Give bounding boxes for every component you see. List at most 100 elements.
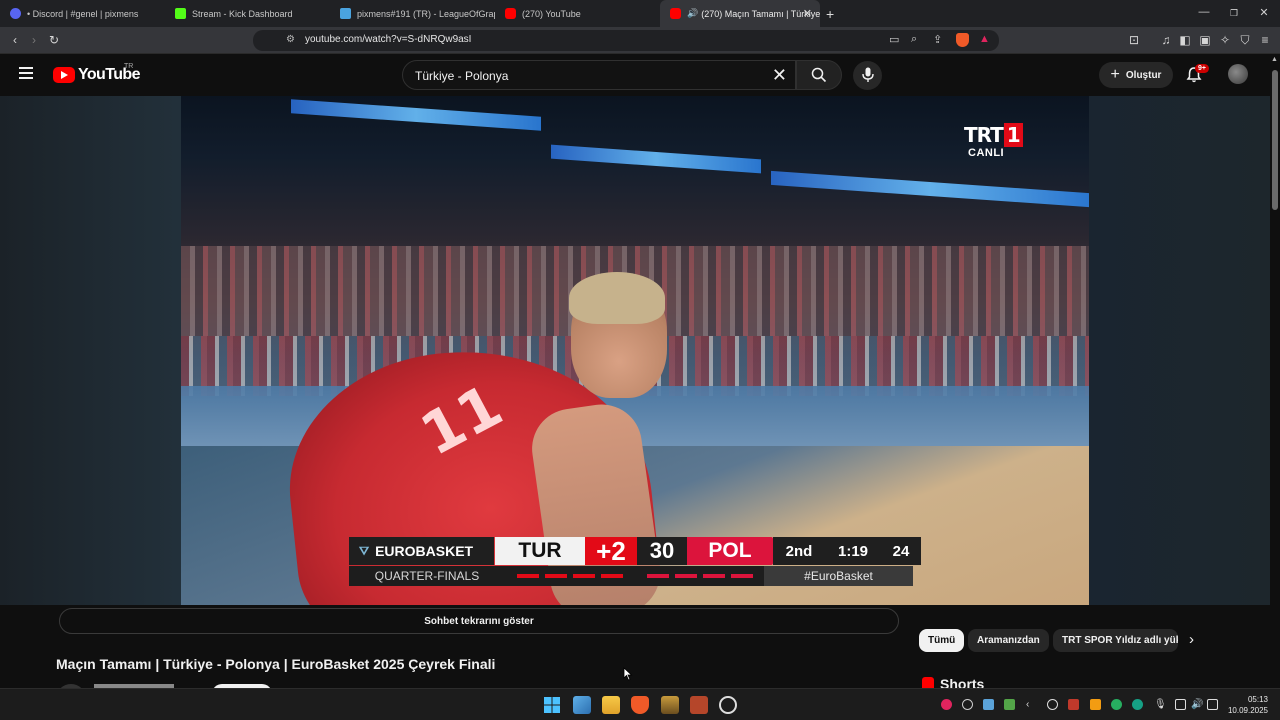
restore-icon[interactable]: ❐ <box>1227 8 1241 19</box>
create-button[interactable]: + Oluştur <box>1099 62 1173 88</box>
hashtag: #EuroBasket <box>764 566 913 586</box>
brave-shields-icon[interactable] <box>956 33 969 47</box>
competition-name: EUROBASKET <box>375 543 474 559</box>
wallet-icon[interactable]: ▣ <box>1197 32 1213 48</box>
network-icon[interactable] <box>1175 699 1186 710</box>
tray-app-icon[interactable] <box>1111 699 1122 710</box>
search-box[interactable]: Türkiye - Polonya ✕ <box>402 60 796 90</box>
close-window-icon[interactable]: ✕ <box>1257 6 1271 19</box>
tray-app-icon[interactable]: ‹ <box>1026 699 1037 710</box>
voice-search-button[interactable] <box>853 61 882 90</box>
volume-icon[interactable]: 🔊 <box>1191 699 1203 710</box>
chips-next-icon[interactable]: › <box>1189 631 1194 648</box>
leo-ai-icon[interactable]: ✧ <box>1217 32 1233 48</box>
trt-logo-text: TRT <box>964 123 1004 147</box>
tray-app-icon[interactable] <box>1090 699 1101 710</box>
youtube-icon <box>505 8 516 19</box>
trt1-logo: TRT 1 CANLI <box>964 123 1023 159</box>
browser-toolbar: ‹ › ↻ 🔖 ⚙ youtube.com/watch?v=S-dNRQw9as… <box>0 27 1280 54</box>
league-of-legends-icon[interactable] <box>661 696 679 714</box>
search-button[interactable] <box>796 60 842 90</box>
lead-indicator: +2 <box>585 536 637 566</box>
create-label: Oluştur <box>1125 69 1162 81</box>
photos-app-icon[interactable] <box>573 696 591 714</box>
forward-icon[interactable]: › <box>26 32 42 48</box>
tray-app-icon[interactable] <box>941 699 952 710</box>
brave-rewards-icon[interactable]: ▲ <box>979 33 990 45</box>
app-icon[interactable] <box>690 696 708 714</box>
clear-search-icon[interactable]: ✕ <box>772 65 787 86</box>
scoreboard: ⛛ EUROBASKET TUR +2 30 POL 2nd 1:19 24 Q… <box>349 536 921 587</box>
tab-label: • Discord | #genel | pixmens <box>27 8 139 19</box>
back-icon[interactable]: ‹ <box>7 32 23 48</box>
hamburger-menu-icon[interactable] <box>19 67 33 79</box>
youtube-play-icon <box>53 67 75 83</box>
kick-icon <box>175 8 186 19</box>
chip-from-search[interactable]: Aramanızdan <box>968 629 1049 652</box>
discord-icon <box>10 8 21 19</box>
scrollbar-thumb[interactable] <box>1272 70 1278 210</box>
show-chat-replay-button[interactable]: Sohbet tekrarını göster <box>59 608 899 634</box>
minimize-icon[interactable]: — <box>1197 6 1211 18</box>
youtube-header: YouTube TR Türkiye - Polonya ✕ + Oluştur… <box>0 54 1270 96</box>
stage-label: QUARTER-FINALS <box>374 569 480 583</box>
chip-channel[interactable]: TRT SPOR Yıldız adlı yük <box>1053 629 1178 652</box>
arena-led-board <box>551 144 761 174</box>
media-icon[interactable]: ♫ <box>1158 32 1174 48</box>
home-team: TUR <box>495 537 585 565</box>
new-tab-button[interactable]: + <box>826 0 846 27</box>
battery-icon[interactable] <box>1207 699 1218 710</box>
menu-icon[interactable]: ≡ <box>1257 32 1273 48</box>
notification-badge: 9+ <box>1195 64 1209 73</box>
chip-all[interactable]: Tümü <box>919 629 965 652</box>
tab-discord[interactable]: • Discord | #genel | pixmens <box>0 0 165 27</box>
score: 30 <box>637 537 687 565</box>
page-scrollbar[interactable]: ▲ <box>1270 54 1280 688</box>
clock-date: 10.09.2025 <box>1227 706 1268 715</box>
tray-app-icon[interactable] <box>1132 699 1143 710</box>
game-clock: 1:19 <box>825 537 881 565</box>
search-input[interactable]: Türkiye - Polonya <box>415 69 508 83</box>
leagueofgraphs-icon <box>340 8 351 19</box>
cast-icon[interactable]: ▭ <box>889 33 899 46</box>
microphone-tray-icon[interactable]: 🎙 <box>1154 699 1167 710</box>
tray-app-icon[interactable] <box>1004 699 1015 710</box>
share-icon[interactable]: ⇪ <box>933 33 942 46</box>
tray-app-icon[interactable] <box>1068 699 1079 710</box>
youtube-icon <box>670 8 681 19</box>
steam-icon[interactable] <box>719 696 737 714</box>
close-tab-icon[interactable]: ✕ <box>803 7 812 20</box>
tab-youtube-active[interactable]: 🔊 (270) Maçın Tamamı | Türkiye ✕ <box>660 0 820 27</box>
tray-app-icon[interactable] <box>1047 699 1058 710</box>
sidebar-icon[interactable]: ◧ <box>1177 32 1193 48</box>
start-button[interactable] <box>543 696 561 714</box>
windows-taskbar: ‹ 🎙 🔊 05:13 10.09.2025 <box>0 688 1280 720</box>
browser-tab-strip: • Discord | #genel | pixmens Stream - Ki… <box>0 0 1280 27</box>
address-bar[interactable]: ⚙ youtube.com/watch?v=S-dNRQw9asI ▭ ⌕ ⇪ … <box>253 30 999 51</box>
youtube-logo[interactable]: YouTube TR <box>53 63 140 84</box>
tab-label: pixmens#191 (TR) - LeagueOfGraphs <box>357 8 495 19</box>
video-player[interactable]: 11 TRT 1 CANLI <box>181 96 1089 605</box>
player-hair <box>569 272 665 324</box>
tab-kick[interactable]: Stream - Kick Dashboard <box>165 0 330 27</box>
system-clock[interactable]: 05:13 10.09.2025 <box>1226 694 1268 716</box>
tab-leagueofgraphs[interactable]: pixmens#191 (TR) - LeagueOfGraphs <box>330 0 495 27</box>
brave-browser-icon[interactable] <box>631 696 649 714</box>
file-explorer-icon[interactable] <box>602 696 620 714</box>
screenshot-icon[interactable]: ⊡ <box>1126 32 1142 48</box>
audio-playing-icon[interactable]: 🔊 <box>687 8 698 19</box>
plus-icon: + <box>1110 66 1120 83</box>
period: 2nd <box>773 537 825 565</box>
search-icon <box>811 67 827 83</box>
tray-steam-icon[interactable] <box>962 699 973 710</box>
scroll-up-icon[interactable]: ▲ <box>1271 56 1278 63</box>
microphone-icon <box>861 67 874 82</box>
tray-app-icon[interactable] <box>983 699 994 710</box>
arena-led-board <box>291 99 541 131</box>
site-info-icon[interactable]: ⚙ <box>286 34 295 45</box>
zoom-icon[interactable]: ⌕ <box>911 33 917 46</box>
avatar[interactable] <box>1228 64 1248 84</box>
vpn-icon[interactable]: ⛉ <box>1237 32 1253 48</box>
reload-icon[interactable]: ↻ <box>46 32 62 48</box>
tab-youtube-home[interactable]: (270) YouTube <box>495 0 660 27</box>
